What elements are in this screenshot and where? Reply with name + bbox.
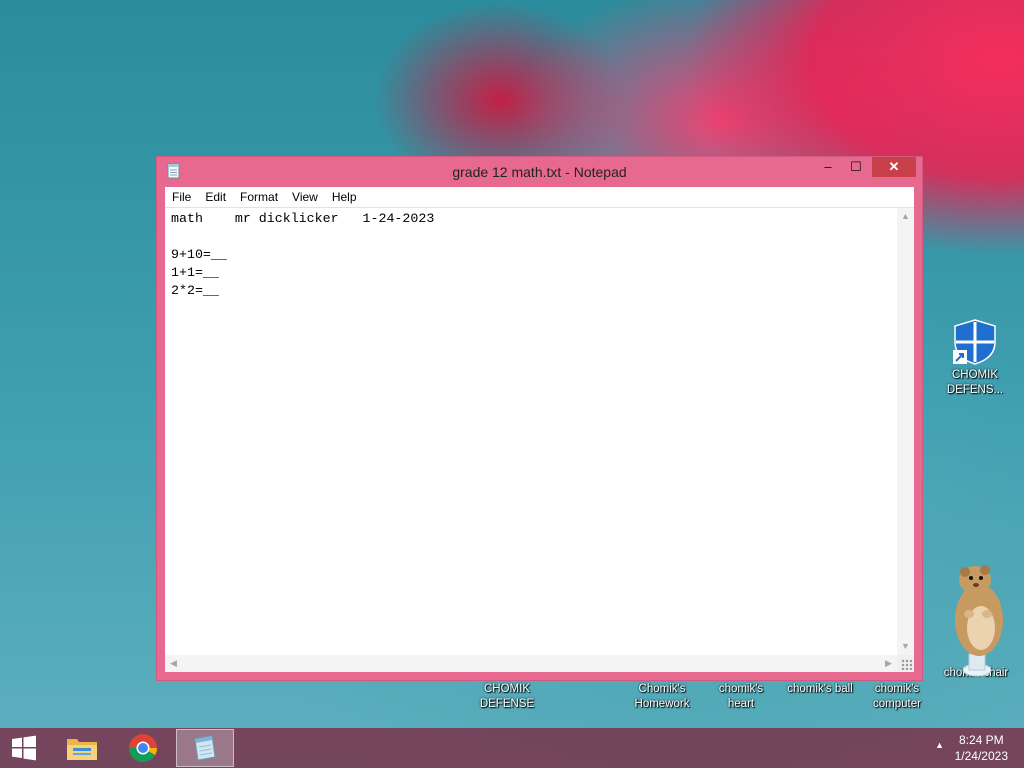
start-button[interactable] [0,729,48,767]
hamster-icon [941,558,1011,677]
scroll-left-icon[interactable]: ◀ [165,655,182,672]
windows-logo-icon [12,735,36,761]
text-line: 9+10=__ [171,247,227,262]
folder-icon [67,739,97,760]
notepad-window: grade 12 math.txt - Notepad ‒ ☐ ✕ File E… [156,156,923,681]
system-clock[interactable]: 8:24 PM 1/24/2023 [955,732,1008,764]
window-title: grade 12 math.txt - Notepad [452,164,627,180]
scroll-right-icon[interactable]: ▶ [880,655,897,672]
desktop-icon-chomik-chair[interactable]: chomik chair [936,558,1016,681]
desktop-icon-label: chomik's heart [718,683,764,710]
taskbar-file-explorer[interactable] [53,729,111,767]
taskbar: ▲ 8:24 PM 1/24/2023 [0,728,1024,768]
editor-area[interactable]: math mr dicklicker 1-24-2023 9+10=__ 1+1=… [165,208,914,672]
maximize-button[interactable]: ☐ [842,157,870,177]
clock-time: 8:24 PM [958,733,1004,747]
menu-bar: File Edit Format View Help [165,187,914,208]
menu-format[interactable]: Format [233,187,285,207]
menu-help[interactable]: Help [325,187,364,207]
title-bar[interactable]: grade 12 math.txt - Notepad ‒ ☐ ✕ [157,157,922,187]
minimize-button[interactable]: ‒ [814,157,842,177]
desktop-icon-chomiks-heart[interactable]: chomik's heart [705,682,777,712]
desktop-icon-chomiks-homework[interactable]: Chomik's Homework [625,682,699,712]
taskbar-chrome[interactable] [114,729,172,767]
text-line [171,228,891,246]
desktop-icon-chomiks-ball[interactable]: chomik's ball [780,682,860,697]
menu-file[interactable]: File [165,187,198,207]
taskbar-notepad[interactable] [176,729,234,767]
chrome-icon [129,734,157,762]
desktop-icon-label: CHOMIK DEFENSE [479,683,535,710]
scroll-down-icon[interactable]: ▼ [897,638,914,655]
size-grip[interactable] [897,655,914,672]
shield-icon [951,318,999,366]
menu-view[interactable]: View [285,187,325,207]
desktop-icon-chomik-defense[interactable]: CHOMIK DEFENSE [470,682,544,712]
horizontal-scrollbar[interactable]: ◀ ▶ [165,655,897,672]
notepad-icon [194,735,216,761]
text-content[interactable]: math mr dicklicker 1-24-2023 9+10=__ 1+1=… [165,208,897,655]
text-line: math mr dicklicker 1-24-2023 [171,211,435,226]
desktop-icon-chomik-defense-shortcut[interactable]: CHOMIK DEFENS... [938,318,1012,398]
desktop-icon-label: Chomik's Homework [634,683,690,710]
desktop-icon-chomiks-computer[interactable]: chomik's computer [861,682,933,712]
scroll-up-icon[interactable]: ▲ [897,208,914,225]
desktop-icon-label: chomik's ball [787,683,853,695]
text-line: 1+1=__ [171,265,219,280]
vertical-scrollbar[interactable]: ▲ ▼ [897,208,914,655]
text-line: 2*2=__ [171,283,219,298]
desktop-icon-label: CHOMIK DEFENS... [946,369,1004,396]
show-hidden-icons-icon[interactable]: ▲ [935,740,944,750]
menu-edit[interactable]: Edit [198,187,233,207]
grip-icon [901,659,912,670]
close-button[interactable]: ✕ [872,157,916,177]
desktop-icon-label: chomik's computer [873,683,921,710]
clock-date: 1/24/2023 [954,749,1008,763]
